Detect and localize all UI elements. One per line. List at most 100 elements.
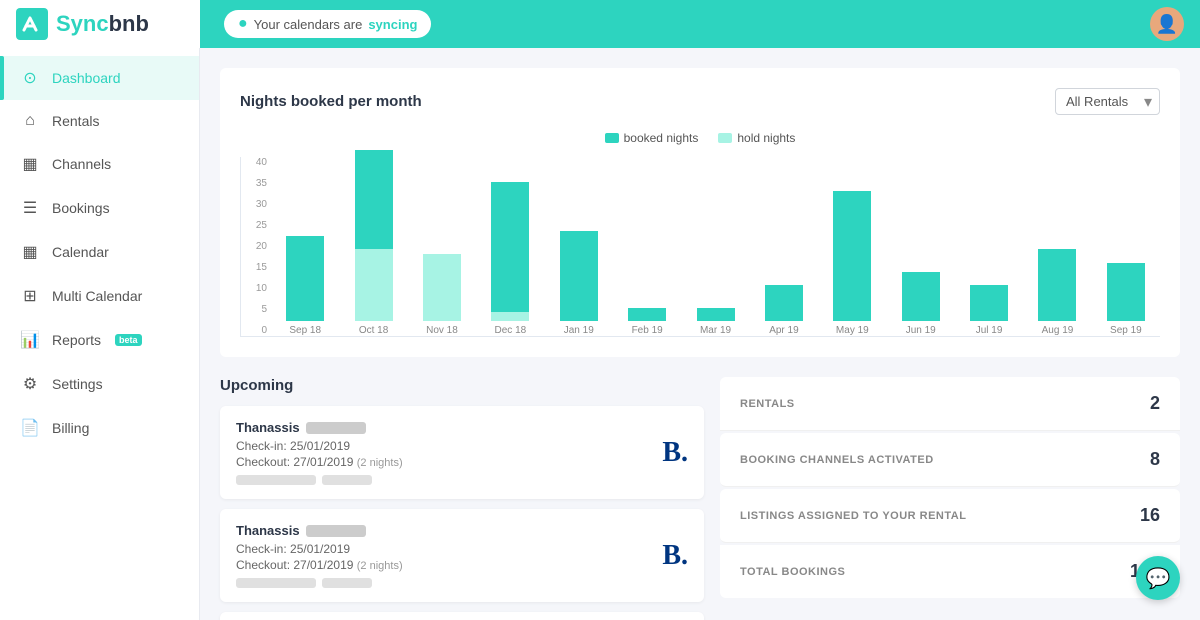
- settings-icon: ⚙: [20, 374, 40, 394]
- stat-card-2: LISTINGS ASSIGNED TO YOUR RENTAL 16: [720, 489, 1180, 543]
- bar-label: Aug 19: [1042, 325, 1074, 336]
- sidebar: ⊙ Dashboard ⌂ Rentals ▦ Channels ☰ Booki…: [0, 48, 200, 620]
- bar-label: Jun 19: [906, 325, 936, 336]
- legend-hold-label: hold nights: [737, 131, 795, 145]
- sidebar-item-multi-calendar[interactable]: ⊞ Multi Calendar: [0, 274, 199, 318]
- bar-group: Jun 19: [887, 157, 955, 336]
- booking-checkout-1: Checkout: 27/01/2019 (2 nights): [236, 558, 662, 572]
- topbar: Syncbnb ● Your calendars are syncing 👤: [0, 0, 1200, 48]
- stat-label-3: TOTAL BOOKINGS: [740, 566, 845, 578]
- sidebar-item-billing[interactable]: 📄 Billing: [0, 406, 199, 450]
- bar-booked: [560, 231, 598, 321]
- bar-label: Dec 18: [495, 325, 527, 336]
- booking-tags-1: [236, 578, 662, 588]
- name-blur-1: [306, 525, 366, 537]
- bar-hold: [355, 249, 393, 321]
- bar-label: Mar 19: [700, 325, 731, 336]
- bar-booked: [970, 285, 1008, 321]
- bar-group: May 19: [818, 157, 886, 336]
- booking-tags-0: [236, 475, 662, 485]
- bar-booked: [1038, 249, 1076, 321]
- dashboard-icon: ⊙: [20, 68, 40, 88]
- sidebar-item-reports[interactable]: 📊 Reports beta: [0, 318, 199, 362]
- bar-group: Aug 19: [1023, 157, 1091, 336]
- tag-blur-3: [236, 578, 316, 588]
- sidebar-item-dashboard[interactable]: ⊙ Dashboard: [0, 56, 199, 100]
- nights-badge-1: (2 nights): [357, 560, 403, 572]
- chat-button[interactable]: 💬: [1136, 556, 1180, 600]
- sidebar-label-channels: Channels: [52, 156, 111, 172]
- bar-group: Mar 19: [681, 157, 749, 336]
- main-layout: ⊙ Dashboard ⌂ Rentals ▦ Channels ☰ Booki…: [0, 48, 1200, 620]
- rentals-icon: ⌂: [20, 112, 40, 130]
- y-axis-label: 20: [241, 241, 267, 252]
- sync-message: Your calendars are: [254, 17, 363, 32]
- booking-info-1: Thanassis Check-in: 25/01/2019 Checkout:…: [236, 523, 662, 588]
- chart-header: Nights booked per month All Rentals: [240, 88, 1160, 115]
- booking-card-2: ΑΡΙΣΤΕΙΔΗΣ Check-in: 22/02/2019 Checkout…: [220, 612, 704, 620]
- sidebar-label-bookings: Bookings: [52, 200, 110, 216]
- logo-name: Syncbnb: [56, 11, 149, 37]
- bar-group: Sep 19: [1092, 157, 1160, 336]
- stat-value-2: 16: [1140, 505, 1160, 526]
- stat-label-1: BOOKING CHANNELS ACTIVATED: [740, 454, 934, 466]
- content-area: Nights booked per month All Rentals book…: [200, 48, 1200, 620]
- legend-booked: booked nights: [605, 131, 699, 145]
- sidebar-label-reports: Reports: [52, 332, 101, 348]
- upcoming-title: Upcoming: [220, 377, 704, 394]
- sidebar-label-settings: Settings: [52, 376, 103, 392]
- chart-container: 0510152025303540 Sep 18Oct 18Nov 18Dec 1…: [240, 157, 1160, 337]
- chart-section: Nights booked per month All Rentals book…: [220, 68, 1180, 357]
- stat-value-1: 8: [1150, 449, 1160, 470]
- calendar-icon: ▦: [20, 242, 40, 262]
- legend-hold: hold nights: [718, 131, 795, 145]
- stat-card-3: TOTAL BOOKINGS159: [720, 545, 1180, 598]
- stats-section: RENTALS2BOOKING CHANNELS ACTIVATED8LISTI…: [720, 377, 1180, 620]
- booking-card-0: Thanassis Check-in: 25/01/2019 Checkout:…: [220, 406, 704, 499]
- bar-booked: [697, 308, 735, 322]
- bottom-section: Upcoming Thanassis Check-in: 25/01/2019 …: [220, 377, 1180, 620]
- bar-label: Sep 18: [289, 325, 321, 336]
- sidebar-item-bookings[interactable]: ☰ Bookings: [0, 186, 199, 230]
- sidebar-item-rentals[interactable]: ⌂ Rentals: [0, 100, 199, 142]
- bar-group: Feb 19: [613, 157, 681, 336]
- y-axis-label: 0: [241, 325, 267, 336]
- legend-booked-dot: [605, 133, 619, 143]
- nights-badge-0: (2 nights): [357, 457, 403, 469]
- bar-group: Apr 19: [750, 157, 818, 336]
- chart-filter-select[interactable]: All Rentals: [1055, 88, 1160, 115]
- bar-hold: [491, 312, 529, 321]
- y-axis-label: 40: [241, 157, 267, 168]
- sync-dot: ●: [238, 15, 248, 33]
- stat-card-1: BOOKING CHANNELS ACTIVATED 8: [720, 433, 1180, 487]
- tag-blur-2: [322, 475, 372, 485]
- user-avatar[interactable]: 👤: [1150, 7, 1184, 41]
- bar-booked: [491, 182, 529, 313]
- y-axis-label: 35: [241, 178, 267, 189]
- bar-booked: [902, 272, 940, 322]
- bar-label: May 19: [836, 325, 869, 336]
- bar-group: Jul 19: [955, 157, 1023, 336]
- booking-checkout-0: Checkout: 27/01/2019 (2 nights): [236, 455, 662, 469]
- bar-group: Dec 18: [476, 157, 544, 336]
- chart-legend: booked nights hold nights: [240, 131, 1160, 145]
- tag-blur-1: [236, 475, 316, 485]
- sidebar-item-channels[interactable]: ▦ Channels: [0, 142, 199, 186]
- billing-icon: 📄: [20, 418, 40, 438]
- y-axis-label: 10: [241, 283, 267, 294]
- stat-label-2: LISTINGS ASSIGNED TO YOUR RENTAL: [740, 510, 966, 522]
- y-axis-label: 30: [241, 199, 267, 210]
- bar-group: Oct 18: [339, 157, 407, 336]
- logo-icon: [16, 8, 48, 40]
- booking-logo-0: B.: [662, 437, 688, 469]
- bar-chart: 0510152025303540 Sep 18Oct 18Nov 18Dec 1…: [240, 157, 1160, 337]
- multi-calendar-icon: ⊞: [20, 286, 40, 306]
- sidebar-item-calendar[interactable]: ▦ Calendar: [0, 230, 199, 274]
- sidebar-label-rentals: Rentals: [52, 113, 99, 129]
- booking-logo-1: B.: [662, 540, 688, 572]
- booking-info-0: Thanassis Check-in: 25/01/2019 Checkout:…: [236, 420, 662, 485]
- booking-name-0: Thanassis: [236, 420, 662, 435]
- sidebar-item-settings[interactable]: ⚙ Settings: [0, 362, 199, 406]
- tag-blur-4: [322, 578, 372, 588]
- name-blur-0: [306, 422, 366, 434]
